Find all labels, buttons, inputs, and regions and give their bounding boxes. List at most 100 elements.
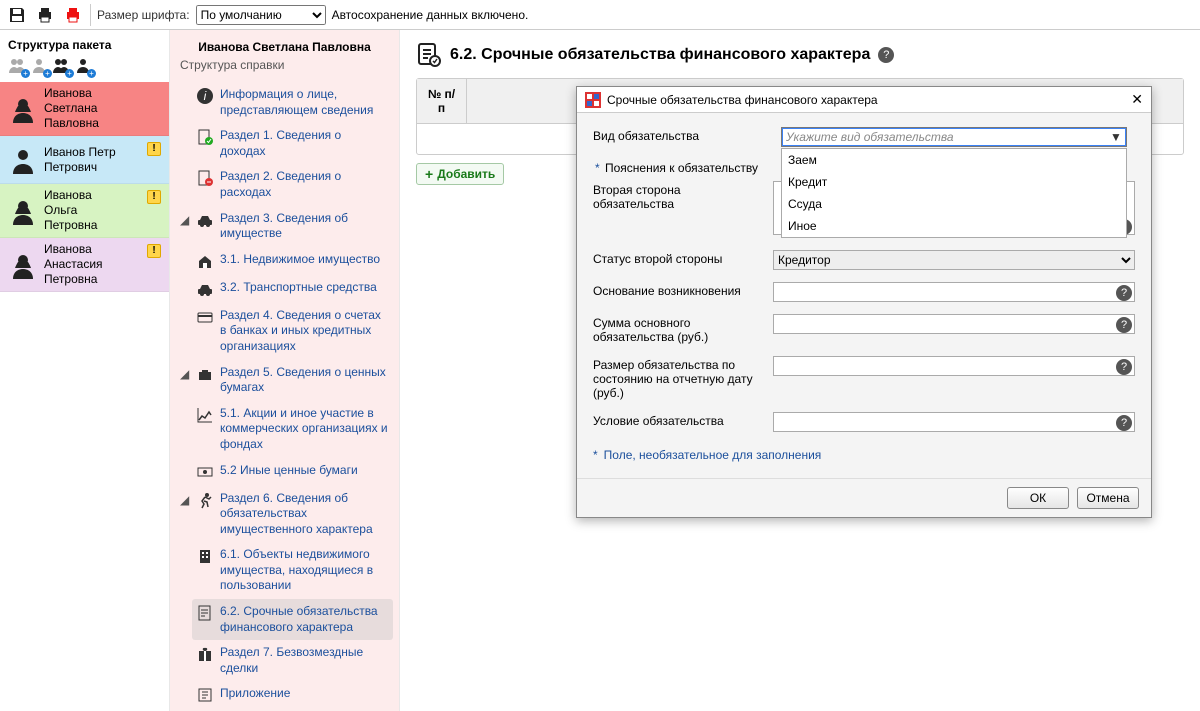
tree-item[interactable]: 6.2. Срочные обязательства финансового х…: [192, 599, 393, 640]
tree-item[interactable]: 5.1. Акции и иное участие в коммерческих…: [192, 401, 393, 458]
tree-label: 3.1. Недвижимое имущество: [220, 252, 380, 268]
close-icon[interactable]: ✕: [1131, 91, 1143, 108]
warning-icon: !: [147, 190, 161, 204]
label-condition: Условие обязательства: [593, 412, 763, 428]
person-name: ИвановаОльгаПетровна: [44, 188, 97, 233]
section-title: 6.2. Срочные обязательства финансового х…: [450, 46, 870, 64]
tree-label: 3.2. Транспортные средства: [220, 280, 377, 296]
cancel-button[interactable]: Отмена: [1077, 487, 1139, 509]
person-name: ИвановаСветланаПавловна: [44, 86, 99, 131]
help-icon[interactable]: ?: [1116, 285, 1132, 301]
basis-input[interactable]: [773, 282, 1135, 302]
label-sum-report: Размер обязательства по состоянию на отч…: [593, 356, 763, 400]
contract-icon: [196, 604, 214, 622]
tree-label: 5.1. Акции и иное участие в коммерческих…: [220, 406, 389, 453]
add-person-icon-4[interactable]: +: [74, 56, 94, 76]
section-icon: [416, 42, 442, 68]
add-person-icon-1[interactable]: +: [8, 56, 28, 76]
add-button[interactable]: + Добавить: [416, 163, 504, 185]
help-icon[interactable]: ?: [1116, 359, 1132, 375]
tree-item[interactable]: 3.2. Транспортные средства: [192, 275, 393, 303]
tree-item[interactable]: 6.1. Объекты недвижимого имущества, нахо…: [192, 542, 393, 599]
label-sum-main: Сумма основного обязательства (руб.): [593, 314, 763, 344]
add-person-icon-2[interactable]: +: [30, 56, 50, 76]
dropdown-option[interactable]: Ссуда: [782, 193, 1126, 215]
top-toolbar: Размер шрифта: По умолчанию Автосохранен…: [0, 0, 1200, 30]
doc-ok-icon: [196, 128, 214, 146]
label-basis: Основание возникновения: [593, 282, 763, 298]
people-panel: Структура пакета + + + + ИвановаСветлана…: [0, 30, 170, 711]
tree-item[interactable]: Приложение: [176, 681, 393, 709]
warning-icon: !: [147, 142, 161, 156]
package-title: Структура пакета: [0, 30, 169, 56]
add-label: Добавить: [437, 167, 495, 181]
tree-label: 6.2. Срочные обязательства финансового х…: [220, 604, 389, 635]
bld-icon: [196, 547, 214, 565]
card-icon: [196, 308, 214, 326]
status2-select[interactable]: Кредитор: [773, 250, 1135, 270]
tree-item[interactable]: ◢Раздел 5. Сведения о ценных бумагах: [176, 360, 393, 401]
type-combo[interactable]: Укажите вид обязательства ▼: [781, 127, 1127, 147]
help-icon[interactable]: ?: [878, 47, 894, 63]
save-icon[interactable]: [6, 4, 28, 26]
help-icon[interactable]: ?: [1116, 317, 1132, 333]
autosave-status: Автосохранение данных включено.: [332, 8, 529, 22]
dialog-title: Срочные обязательства финансового характ…: [607, 93, 878, 107]
avatar-icon: [8, 94, 38, 124]
dropdown-option[interactable]: Кредит: [782, 171, 1126, 193]
label-explain: Пояснения к обязательству: [593, 159, 763, 175]
tree-item[interactable]: i Информация о лице, представляющем сведе…: [176, 82, 393, 123]
svg-text:i: i: [204, 89, 207, 103]
house-icon: [196, 252, 214, 270]
ok-button[interactable]: ОК: [1007, 487, 1069, 509]
col-number: № п/п: [417, 79, 467, 123]
tree-item[interactable]: ◢Раздел 6. Сведения об обязательствах им…: [176, 486, 393, 543]
avatar-icon: [8, 196, 38, 226]
person-item[interactable]: Иванов ПетрПетрович !: [0, 136, 169, 184]
dialog-icon: [585, 92, 601, 108]
tree-subtitle: Структура справки: [170, 56, 399, 82]
obligation-dialog: Срочные обязательства финансового характ…: [576, 86, 1152, 518]
tree-owner: Иванова Светлана Павловна: [170, 30, 399, 56]
chart-icon: [196, 406, 214, 424]
dropdown-option[interactable]: Заем: [782, 149, 1126, 171]
person-name: Иванов ПетрПетрович: [44, 145, 116, 175]
tree-item[interactable]: 3.1. Недвижимое имущество: [192, 247, 393, 275]
tree-item[interactable]: 5.2 Иные ценные бумаги: [192, 458, 393, 486]
dropdown-option[interactable]: Иное: [782, 215, 1126, 237]
add-person-icon-3[interactable]: +: [52, 56, 72, 76]
label-status2: Статус второй стороны: [593, 250, 763, 266]
expander-icon[interactable]: ◢: [180, 365, 190, 381]
expander-icon[interactable]: ◢: [180, 211, 190, 227]
tree-label: Раздел 2. Сведения о расходах: [220, 169, 389, 200]
money-icon: [196, 463, 214, 481]
tree-item[interactable]: Раздел 2. Сведения о расходах: [176, 164, 393, 205]
sum-main-input[interactable]: [773, 314, 1135, 334]
tree-item[interactable]: Раздел 1. Сведения о доходах: [176, 123, 393, 164]
tree-label: Раздел 1. Сведения о доходах: [220, 128, 389, 159]
case-icon: [196, 365, 214, 383]
print-icon[interactable]: [34, 4, 56, 26]
tree-item[interactable]: Раздел 4. Сведения о счетах в банках и и…: [176, 303, 393, 360]
print-red-icon[interactable]: [62, 4, 84, 26]
font-size-select[interactable]: По умолчанию: [196, 5, 326, 25]
avatar-icon: [8, 250, 38, 280]
plus-icon: +: [425, 167, 433, 181]
info-icon: i: [196, 87, 214, 105]
tree-label: Раздел 4. Сведения о счетах в банках и и…: [220, 308, 389, 355]
help-icon[interactable]: ?: [1116, 415, 1132, 431]
condition-input[interactable]: [773, 412, 1135, 432]
person-item[interactable]: ИвановаАнастасияПетровна !: [0, 238, 169, 292]
car-icon: [196, 211, 214, 229]
person-item[interactable]: ИвановаОльгаПетровна !: [0, 184, 169, 238]
tree-item[interactable]: ◢Раздел 3. Сведения об имуществе: [176, 206, 393, 247]
tree-label: 5.2 Иные ценные бумаги: [220, 463, 358, 479]
expander-icon[interactable]: ◢: [180, 491, 190, 507]
person-name: ИвановаАнастасияПетровна: [44, 242, 103, 287]
tree-item[interactable]: Раздел 7. Безвозмездные сделки: [176, 640, 393, 681]
person-item[interactable]: ИвановаСветланаПавловна: [0, 82, 169, 136]
separator: [90, 4, 91, 26]
label-party2: Вторая сторона обязательства: [593, 181, 763, 211]
tree-label: Информация о лице, представляющем сведен…: [220, 87, 389, 118]
sum-report-input[interactable]: [773, 356, 1135, 376]
